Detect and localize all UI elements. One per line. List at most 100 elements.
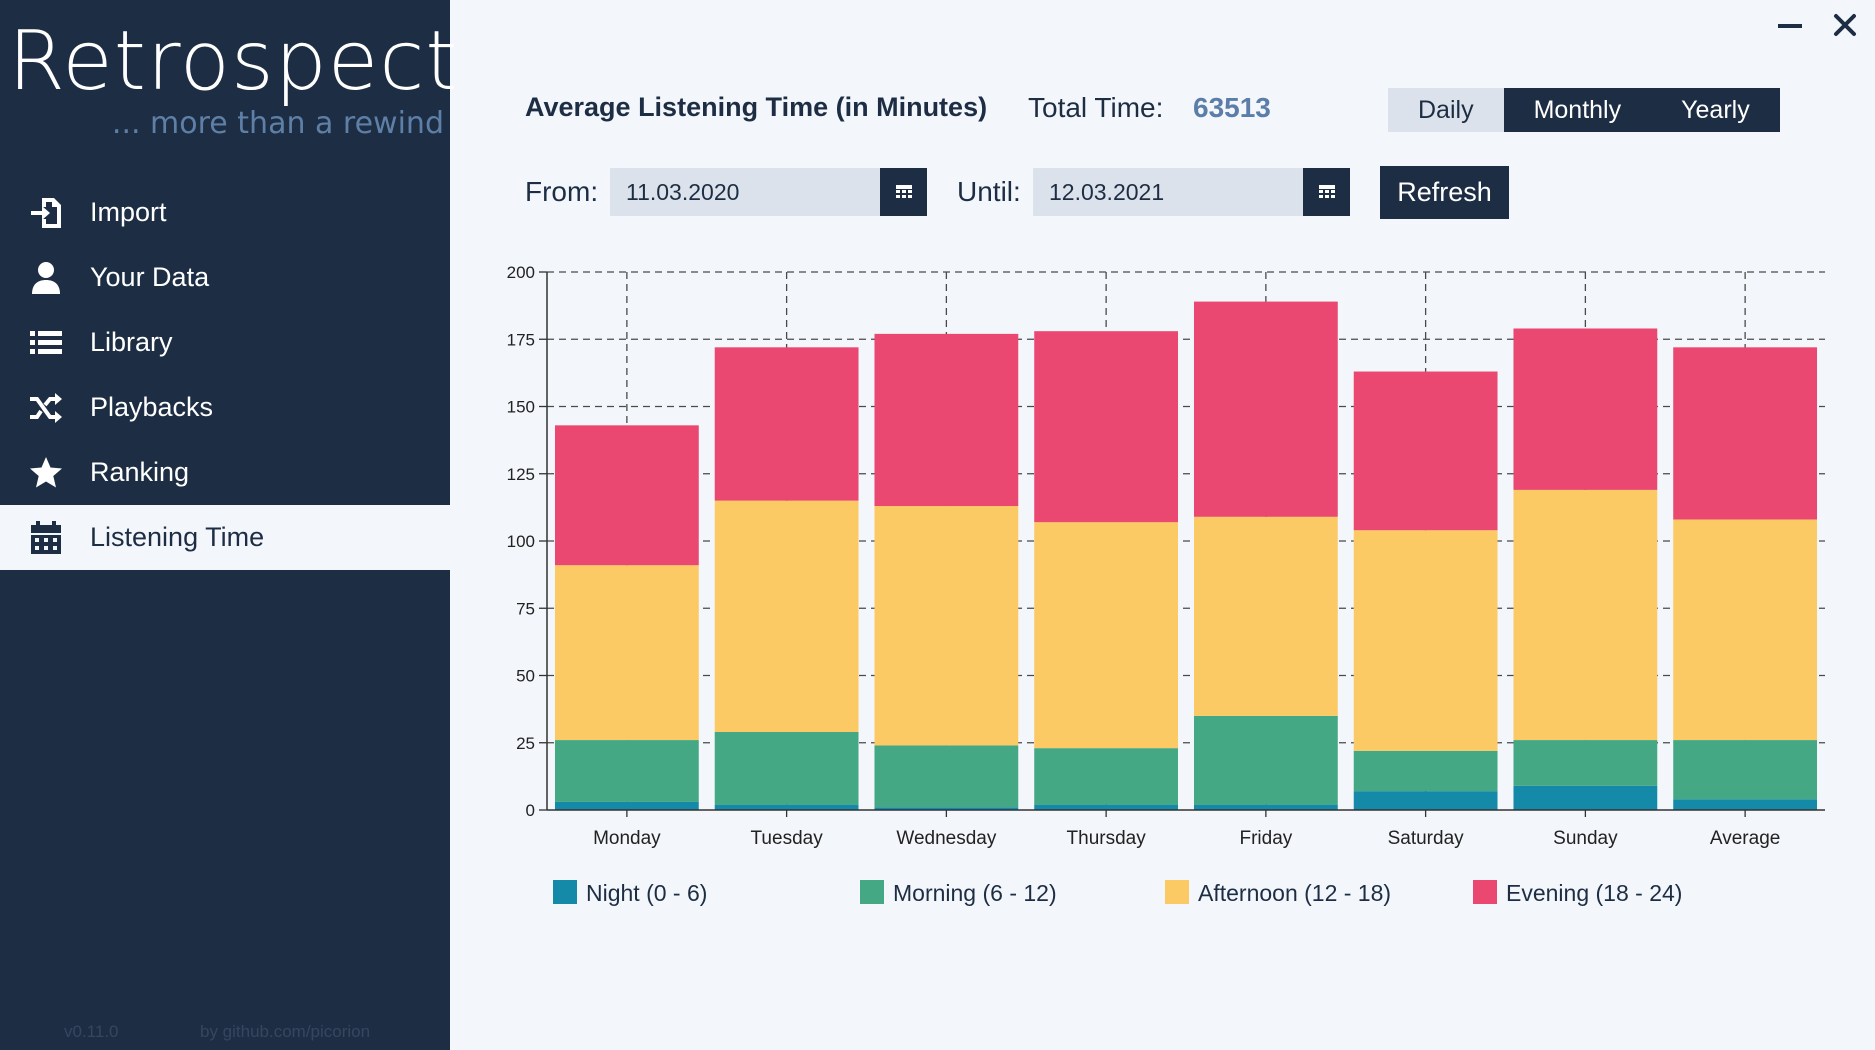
bar-segment bbox=[554, 565, 699, 741]
close-button[interactable] bbox=[1832, 12, 1858, 38]
sidebar-item-label: Your Data bbox=[90, 262, 210, 292]
bar-segment bbox=[1353, 791, 1498, 810]
period-monthly-button[interactable]: Monthly bbox=[1503, 88, 1652, 132]
sidebar-item-label: Playbacks bbox=[90, 392, 214, 422]
y-tick-label: 200 bbox=[507, 263, 535, 282]
total-time-label: Total Time: bbox=[1028, 92, 1164, 123]
bar-segment bbox=[1353, 371, 1498, 531]
bar-segment bbox=[554, 740, 699, 802]
legend-swatch bbox=[1473, 880, 1497, 904]
bar-segment bbox=[1193, 804, 1338, 810]
until-date-input[interactable] bbox=[1033, 168, 1303, 216]
bar-segment bbox=[554, 425, 699, 566]
bar-segment bbox=[1673, 799, 1818, 810]
legend-label: Afternoon (12 - 18) bbox=[1198, 880, 1391, 906]
until-date-picker bbox=[1033, 168, 1350, 216]
sidebar-item-your-data[interactable]: Your Data bbox=[0, 245, 450, 310]
app-name: Retrospect bbox=[8, 14, 459, 109]
bar-segment bbox=[1673, 740, 1818, 800]
calendar-icon bbox=[1318, 185, 1335, 198]
sidebar-item-label: Library bbox=[90, 327, 173, 357]
period-toggle: Daily Monthly Yearly bbox=[1388, 88, 1780, 132]
bar-segment bbox=[714, 731, 859, 805]
bar-segment bbox=[1513, 489, 1658, 741]
app-logo: Retrospect ... more than a rewind bbox=[8, 14, 457, 144]
x-tick-label: Saturday bbox=[1388, 828, 1465, 849]
until-calendar-button[interactable] bbox=[1303, 168, 1350, 216]
close-icon bbox=[1834, 14, 1856, 36]
legend-swatch bbox=[1165, 880, 1189, 904]
bar-segment bbox=[874, 745, 1019, 808]
y-tick-label: 25 bbox=[516, 734, 535, 753]
bar-segment bbox=[714, 347, 859, 501]
bar-segment bbox=[1193, 516, 1338, 716]
bar-segment bbox=[714, 500, 859, 732]
legend-label: Night (0 - 6) bbox=[586, 880, 707, 906]
legend-label: Evening (18 - 24) bbox=[1506, 880, 1682, 906]
x-tick-label: Friday bbox=[1239, 828, 1292, 849]
y-tick-label: 100 bbox=[507, 532, 535, 551]
y-tick-label: 50 bbox=[516, 667, 535, 686]
x-tick-label: Monday bbox=[593, 828, 661, 849]
sidebar-item-label: Listening Time bbox=[90, 522, 265, 552]
minimize-button[interactable] bbox=[1778, 24, 1802, 28]
legend-swatch bbox=[860, 880, 884, 904]
period-daily-button[interactable]: Daily bbox=[1388, 88, 1504, 132]
bar-segment bbox=[1513, 328, 1658, 490]
bar-segment bbox=[554, 801, 699, 810]
sidebar-item-library[interactable]: Library bbox=[0, 310, 450, 375]
sidebar-item-label: Ranking bbox=[90, 457, 190, 487]
calendar-icon bbox=[895, 185, 912, 198]
y-tick-label: 150 bbox=[507, 398, 535, 417]
app-credit: by github.com/picorion bbox=[200, 1022, 371, 1041]
sidebar-item-import[interactable]: Import bbox=[0, 180, 450, 245]
bar-segment bbox=[874, 333, 1019, 507]
until-label: Until: bbox=[957, 176, 1021, 207]
y-tick-label: 75 bbox=[516, 599, 535, 618]
total-time-value: 63513 bbox=[1193, 92, 1271, 123]
list-icon bbox=[28, 325, 64, 361]
calendar-icon bbox=[28, 520, 64, 556]
user-icon bbox=[28, 260, 64, 296]
listening-time-chart: 0 25 50 75 100 125 150 175 200 Monday Tuesday Wedne… bbox=[507, 263, 1825, 906]
sidebar-nav: Import Your Data Library Playbacks Ranki… bbox=[0, 180, 450, 570]
y-tick-label: 125 bbox=[507, 465, 535, 484]
shuffle-icon bbox=[28, 390, 64, 426]
from-calendar-button[interactable] bbox=[880, 168, 927, 216]
legend-label: Morning (6 - 12) bbox=[893, 880, 1057, 906]
sidebar: Retrospect ... more than a rewind Import… bbox=[0, 0, 457, 1050]
sidebar-item-listening-time[interactable]: Listening Time bbox=[0, 505, 450, 570]
star-icon bbox=[28, 455, 64, 491]
bar-segment bbox=[1513, 740, 1658, 786]
from-date-input[interactable] bbox=[610, 168, 880, 216]
bar-segment bbox=[1673, 519, 1818, 741]
sidebar-item-ranking[interactable]: Ranking bbox=[0, 440, 450, 505]
x-tick-label: Average bbox=[1710, 828, 1780, 849]
bar-segment bbox=[1673, 347, 1818, 520]
bar-segment bbox=[1193, 301, 1338, 517]
from-date-picker bbox=[610, 168, 927, 216]
bar-segment bbox=[1513, 785, 1658, 810]
x-tick-label: Thursday bbox=[1067, 828, 1147, 849]
sidebar-item-playbacks[interactable]: Playbacks bbox=[0, 375, 450, 440]
bar-segment bbox=[1353, 530, 1498, 751]
legend-swatch bbox=[553, 880, 577, 904]
bar-segment bbox=[1353, 750, 1498, 792]
refresh-button[interactable]: Refresh bbox=[1380, 166, 1509, 219]
x-tick-label: Wednesday bbox=[896, 828, 996, 849]
bar-segment bbox=[714, 804, 859, 810]
bar-segment bbox=[1034, 331, 1179, 523]
app-version: v0.11.0 bbox=[64, 1022, 119, 1041]
page-title: Average Listening Time (in Minutes) bbox=[525, 92, 988, 122]
bar-segment bbox=[1193, 715, 1338, 805]
from-label: From: bbox=[525, 176, 599, 207]
bar-segment bbox=[1034, 522, 1179, 749]
x-tick-label: Sunday bbox=[1553, 828, 1618, 849]
sidebar-item-label: Import bbox=[90, 197, 167, 227]
y-tick-label: 175 bbox=[507, 330, 535, 349]
bar-segment bbox=[1034, 804, 1179, 810]
bar-segment bbox=[1034, 748, 1179, 805]
bar-segment bbox=[874, 506, 1019, 746]
y-tick-label: 0 bbox=[526, 801, 535, 820]
period-yearly-button[interactable]: Yearly bbox=[1651, 88, 1780, 132]
